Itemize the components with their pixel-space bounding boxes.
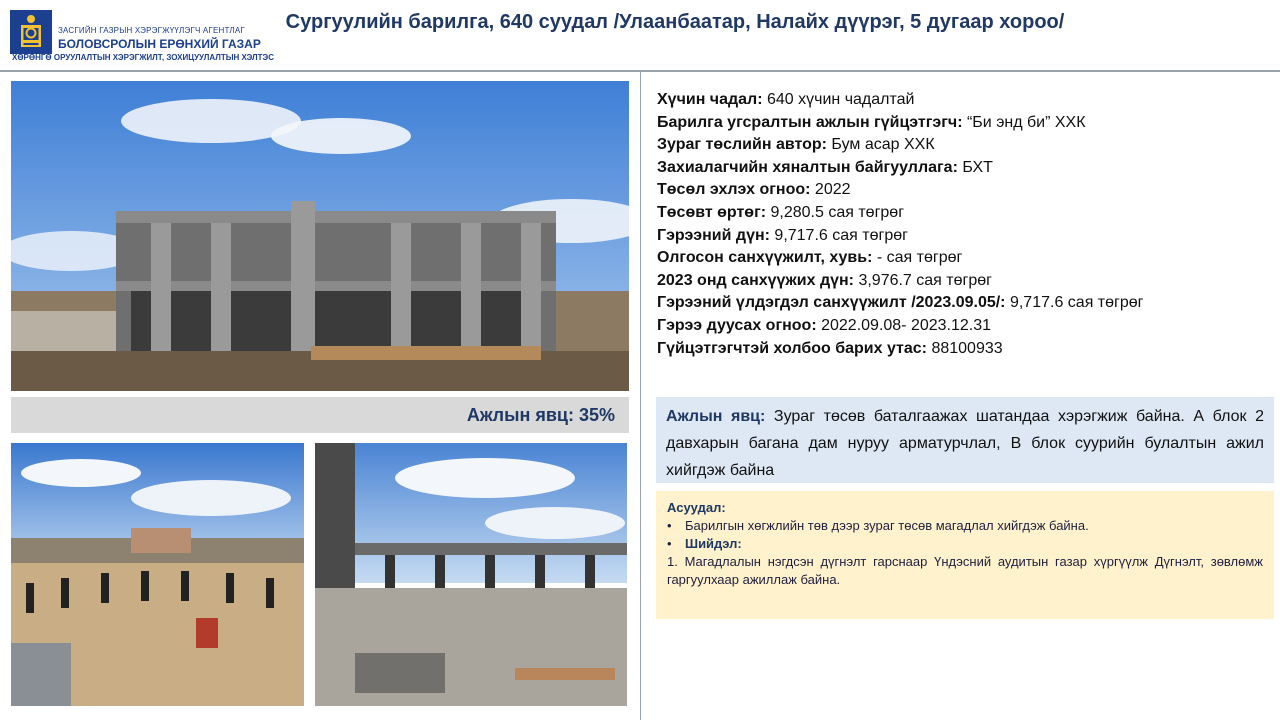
info-label: Зураг төслийн автор: — [657, 136, 827, 154]
problem-heading: Асуудал: — [667, 500, 726, 515]
logo-name-text: БОЛОВСРОЛЫН ЕРӨНХИЙ ГАЗАР — [58, 37, 261, 51]
info-row-contractor: Барилга угсралтын ажлын гүйцэтгэгч: “Би … — [657, 112, 1272, 135]
info-row-2023-funding: 2023 онд санхүүжих дүн: 3,976.7 сая төгр… — [657, 270, 1272, 293]
logo-agency-text: ЗАСГИЙН ГАЗРЫН ХЭРЭГЖҮҮЛЭГЧ АГЕНТЛАГ — [58, 26, 245, 35]
info-row-capacity: Хүчин чадал: 640 хүчин чадалтай — [657, 89, 1272, 112]
progress-label: Ажлын явц: 35% — [467, 405, 615, 426]
info-label: Гүйцэтгэгчтэй холбоо барих утас: — [657, 339, 927, 357]
problem-text: Барилгын хөгжлийн төв дээр зураг төсөв м… — [685, 518, 1089, 533]
info-row-supervisor: Захиалагчийн хяналтын байгууллага: БХТ — [657, 157, 1272, 180]
info-value: Бум асар ХХК — [826, 136, 935, 154]
info-label: Гэрээний үлдэгдэл санхүүжилт /2023.09.05… — [657, 294, 1006, 312]
info-row-end-date: Гэрээ дуусах огноо: 2022.09.08- 2023.12.… — [657, 315, 1272, 338]
info-value: 9,717.6 сая төгрөг — [1005, 294, 1144, 312]
info-label: Хүчин чадал: — [657, 91, 763, 108]
soyombo-emblem-icon — [10, 10, 52, 54]
info-label: Гэрээний дүн: — [657, 226, 770, 244]
column-divider — [640, 72, 641, 720]
info-label: Захиалагчийн хяналтын байгууллага: — [657, 158, 958, 176]
solution-heading-row: • Шийдэл: — [667, 535, 1263, 553]
solution-text: 1. Магадлалын нэгдсэн дүгнэлт гарснаар Ү… — [667, 554, 1263, 587]
project-info-list: Хүчин чадал: 640 хүчин чадалтай Барилга … — [657, 89, 1272, 360]
info-value: - сая төгрөг — [872, 249, 963, 267]
info-value: 2022.09.08- 2023.12.31 — [816, 316, 992, 334]
info-value: БХТ — [957, 158, 993, 176]
info-label: Төсөвт өртөг: — [657, 203, 767, 221]
info-row-contact-phone: Гүйцэтгэгчтэй холбоо барих утас: 8810093… — [657, 338, 1272, 361]
info-value: 2022 — [810, 181, 851, 199]
header: ЗАСГИЙН ГАЗРЫН ХЭРЭГЖҮҮЛЭГЧ АГЕНТЛАГ БОЛ… — [0, 0, 1280, 72]
work-progress-label: Ажлын явц: — [666, 408, 766, 425]
info-row-funded: Олгосон санхүүжилт, хувь: - сая төгрөг — [657, 247, 1272, 270]
info-row-start-date: Төсөл эхлэх огноо: 2022 — [657, 179, 1272, 202]
info-value: 3,976.7 сая төгрөг — [854, 271, 992, 289]
info-row-remaining-funding: Гэрээний үлдэгдэл санхүүжилт /2023.09.05… — [657, 292, 1272, 315]
info-value: 88100933 — [927, 339, 1003, 357]
info-label: Төсөл эхлэх огноо: — [657, 181, 811, 199]
info-label: Гэрээ дуусах огноо: — [657, 316, 817, 334]
construction-photo-main — [11, 81, 629, 391]
construction-photo-foundation — [11, 443, 304, 706]
info-row-contract-amount: Гэрээний дүн: 9,717.6 сая төгрөг — [657, 225, 1272, 248]
info-label: Олгосон санхүүжилт, хувь: — [657, 249, 873, 267]
construction-photo-columns — [315, 443, 627, 706]
info-value: 9,717.6 сая төгрөг — [769, 226, 908, 244]
info-row-estimated-cost: Төсөвт өртөг: 9,280.5 сая төгрөг — [657, 202, 1272, 225]
info-value: “Би энд би” ХХК — [962, 113, 1086, 131]
info-value: 9,280.5 сая төгрөг — [766, 203, 905, 221]
progress-value: 35% — [578, 405, 615, 425]
info-label: 2023 онд санхүүжих дүн: — [657, 271, 854, 289]
info-row-designer: Зураг төслийн автор: Бум асар ХХК — [657, 134, 1272, 157]
page-title: Сургуулийн барилга, 640 суудал /Улаанбаа… — [285, 11, 1065, 33]
work-progress-box: Ажлын явц: Зураг төсөв баталгаажах шатан… — [656, 397, 1274, 483]
info-value: 640 хүчин чадалтай — [762, 91, 915, 108]
issues-box: Асуудал: • Барилгын хөгжлийн төв дээр зу… — [656, 491, 1274, 619]
progress-bar: Ажлын явц: 35% — [11, 397, 629, 433]
bullet-icon: • — [667, 536, 672, 551]
logo-slogan-text: ХӨРӨНГӨ ОРУУЛАЛТЫН ХЭРЭГЖИЛТ, ЗОХИЦУУЛАЛ… — [12, 53, 275, 62]
problem-item: • Барилгын хөгжлийн төв дээр зураг төсөв… — [667, 517, 1263, 535]
bullet-icon: • — [667, 518, 672, 533]
info-label: Барилга угсралтын ажлын гүйцэтгэгч: — [657, 113, 963, 131]
agency-logo: ЗАСГИЙН ГАЗРЫН ХЭРЭГЖҮҮЛЭГЧ АГЕНТЛАГ БОЛ… — [10, 8, 274, 64]
solution-heading: Шийдэл: — [685, 536, 742, 551]
progress-label-text: Ажлын явц: — [466, 405, 574, 425]
